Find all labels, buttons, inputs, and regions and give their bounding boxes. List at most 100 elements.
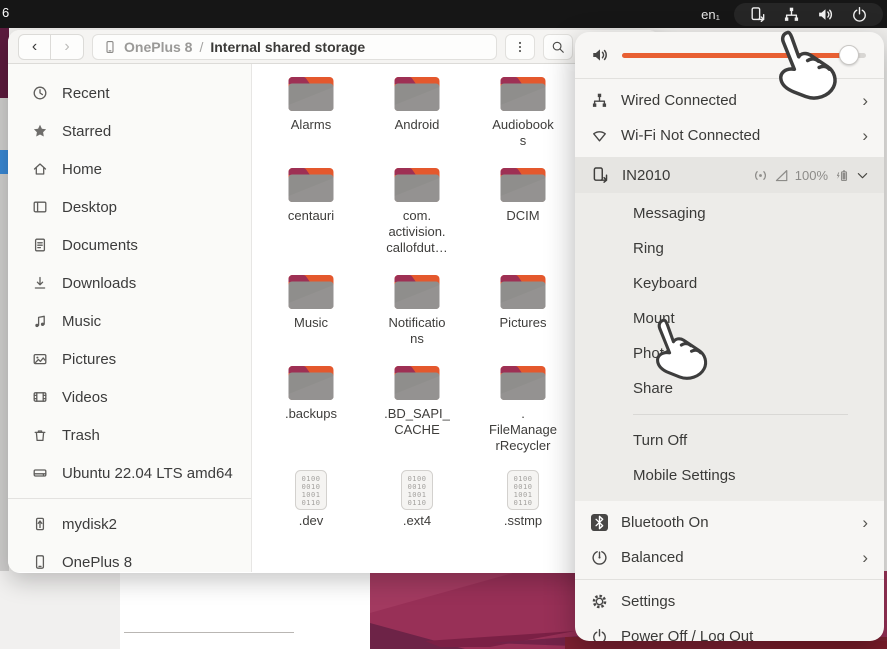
hotspot-icon <box>753 168 768 183</box>
menu-item[interactable]: Settings <box>575 584 884 619</box>
search-icon <box>551 40 565 54</box>
file-item[interactable]: com. activision. callofdut… <box>364 165 470 256</box>
file-name: .sstmp <box>504 513 542 529</box>
sidebar-item-label: Desktop <box>62 199 117 216</box>
file-item[interactable]: . FileManage rRecycler <box>470 363 576 454</box>
file-name: Audiobook s <box>492 117 553 149</box>
phone-link-icon <box>749 6 766 23</box>
sidebar-item-icon <box>32 237 48 253</box>
menu-item[interactable]: Balanced › <box>575 540 884 575</box>
sidebar-item[interactable]: Documents <box>8 226 251 264</box>
chevron-down-icon[interactable] <box>855 168 870 183</box>
sidebar-item[interactable]: Pictures <box>8 340 251 378</box>
file-item[interactable]: 0100001010010110 .ext4 <box>364 470 470 529</box>
sidebar-item-icon <box>32 427 48 443</box>
menu-item[interactable]: Power Off / Log Out <box>575 619 884 641</box>
file-item[interactable]: Music <box>258 272 364 347</box>
device-name: IN2010 <box>622 167 670 184</box>
menu-item-label: Settings <box>621 593 675 610</box>
connected-device-row[interactable]: IN2010 100% <box>575 157 884 193</box>
back-button[interactable]: ‹ <box>18 34 51 60</box>
search-button[interactable] <box>543 34 573 60</box>
file-manager-headerbar[interactable]: ‹ › OnePlus 8 / Internal shared storage <box>8 30 660 64</box>
file-type-icon <box>393 74 441 114</box>
file-type-icon <box>393 272 441 312</box>
file-item[interactable]: Notificatio ns <box>364 272 470 347</box>
sidebar-item-icon <box>32 351 48 367</box>
device-secondary-item[interactable]: Turn Off <box>575 423 884 458</box>
speaker-icon <box>591 46 609 64</box>
device-actions-submenu: Messaging Ring Keyboard Mount Photo <box>575 193 884 501</box>
device-action-item[interactable]: Photo <box>575 336 884 371</box>
sidebar-item[interactable]: Desktop <box>8 188 251 226</box>
sidebar-item[interactable]: Music <box>8 302 251 340</box>
sidebar-item[interactable]: Videos <box>8 378 251 416</box>
file-type-icon: 0100001010010110 <box>287 470 335 510</box>
file-type-icon <box>499 165 547 205</box>
device-action-item[interactable]: Ring <box>575 231 884 266</box>
slider-knob[interactable] <box>839 45 859 65</box>
file-manager-window: ‹ › OnePlus 8 / Internal shared storage <box>8 30 660 573</box>
system-status-area[interactable]: en₁ <box>701 0 883 28</box>
chevron-right-icon: › <box>862 514 868 531</box>
sidebar-item[interactable]: Trash <box>8 416 251 454</box>
file-item[interactable]: DCIM <box>470 165 576 256</box>
system-menu: Wired Connected › Wi-Fi Not Connected › … <box>575 32 884 641</box>
device-secondary-label: Turn Off <box>633 432 687 449</box>
device-action-item[interactable]: Share <box>575 371 884 406</box>
svg-text:0100: 0100 <box>514 475 533 483</box>
sidebar-item-icon <box>32 465 48 481</box>
svg-text:1001: 1001 <box>514 491 533 499</box>
menu-item-label: Balanced <box>621 549 684 566</box>
sidebar-device-item[interactable]: OnePlus 8 <box>8 543 251 573</box>
device-action-item[interactable]: Keyboard <box>575 266 884 301</box>
forward-button[interactable]: › <box>51 34 84 60</box>
sidebar-item[interactable]: Ubuntu 22.04 LTS amd64 <box>8 454 251 492</box>
menu-item-icon <box>591 127 608 144</box>
signal-triangle-icon <box>774 168 789 183</box>
file-item[interactable]: .backups <box>258 363 364 454</box>
sidebar-item[interactable]: Starred <box>8 112 251 150</box>
menu-item[interactable]: Wi-Fi Not Connected › <box>575 118 884 153</box>
file-type-icon <box>287 363 335 403</box>
file-item[interactable]: Android <box>364 74 470 149</box>
file-item[interactable]: Audiobook s <box>470 74 576 149</box>
file-item[interactable]: .BD_SAPI_ CACHE <box>364 363 470 454</box>
svg-text:0010: 0010 <box>302 483 321 491</box>
device-action-item[interactable]: Messaging <box>575 196 884 231</box>
sidebar-item[interactable]: Downloads <box>8 264 251 302</box>
file-name: centauri <box>288 208 334 224</box>
sidebar-item-label: Downloads <box>62 275 136 292</box>
breadcrumb-device[interactable]: OnePlus 8 <box>124 39 192 55</box>
file-item[interactable]: 0100001010010110 .dev <box>258 470 364 529</box>
breadcrumb[interactable]: OnePlus 8 / Internal shared storage <box>92 34 497 60</box>
input-source-indicator[interactable]: en₁ <box>701 7 720 22</box>
window-menu-button[interactable] <box>505 34 535 60</box>
sidebar-item[interactable]: Home <box>8 150 251 188</box>
sidebar-item-icon <box>32 123 48 139</box>
sidebar-device-item[interactable]: mydisk2 <box>8 505 251 543</box>
file-item[interactable]: centauri <box>258 165 364 256</box>
phone-link-icon <box>591 166 609 184</box>
breadcrumb-location[interactable]: Internal shared storage <box>210 39 365 55</box>
file-manager-body: Recent Starred Home <box>8 64 660 572</box>
file-item[interactable]: 0100001010010110 .sstmp <box>470 470 576 529</box>
background-window-left <box>0 571 120 649</box>
file-type-icon <box>393 165 441 205</box>
sidebar-item-icon <box>32 161 48 177</box>
svg-text:0110: 0110 <box>302 499 321 507</box>
device-secondary-item[interactable]: Mobile Settings <box>575 458 884 493</box>
file-item[interactable]: Pictures <box>470 272 576 347</box>
menu-item-icon <box>591 514 608 531</box>
file-item[interactable]: Alarms <box>258 74 364 149</box>
file-name: .dev <box>299 513 324 529</box>
menu-item-icon <box>591 549 608 566</box>
menu-item[interactable]: Bluetooth On › <box>575 505 884 540</box>
menu-item-icon <box>591 628 608 641</box>
file-name: DCIM <box>506 208 539 224</box>
sidebar-item[interactable]: Recent <box>8 74 251 112</box>
file-name: Android <box>395 117 440 133</box>
device-status: 100% <box>753 168 870 183</box>
device-action-item[interactable]: Mount <box>575 301 884 336</box>
file-name: .backups <box>285 406 337 422</box>
